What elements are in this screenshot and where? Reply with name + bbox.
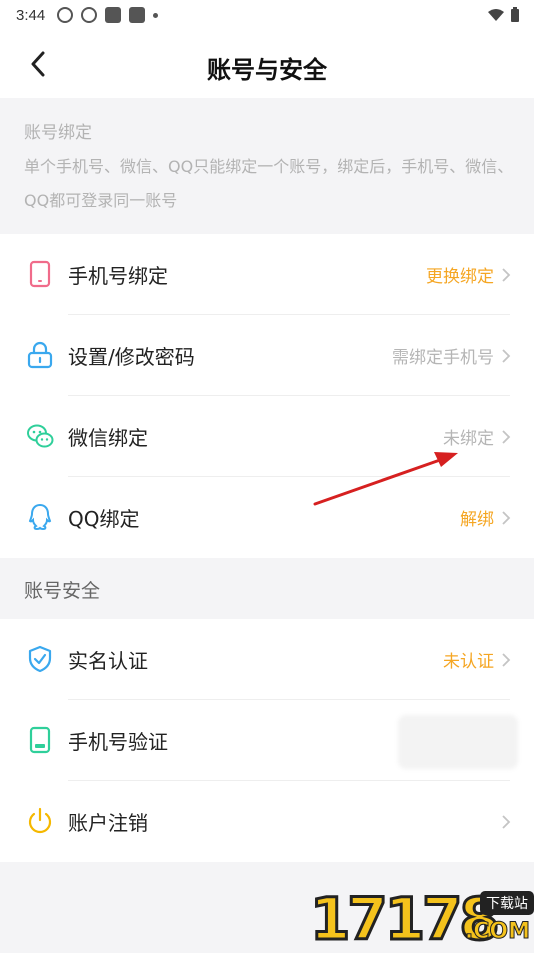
security-section-title: 账号安全 — [24, 580, 101, 602]
phone-icon — [29, 260, 51, 288]
battery-icon — [511, 7, 519, 22]
status-time: 3:44 — [16, 6, 46, 24]
real-name-label: 实名认证 — [68, 649, 148, 673]
chevron-right-icon — [502, 510, 511, 525]
phone-binding-label: 手机号绑定 — [68, 264, 168, 288]
lock-icon — [27, 341, 53, 369]
account-cancel-label: 账户注销 — [68, 811, 148, 835]
binding-list: 手机号绑定 更换绑定 设置/修改密码 需绑定手机号 微信绑定 未绑定 QQ绑定 — [0, 234, 534, 558]
chevron-right-icon — [502, 348, 511, 363]
password-value: 需绑定手机号 — [392, 348, 494, 368]
watermark-badge: 下载站 — [480, 891, 534, 915]
real-name-value: 未认证 — [443, 652, 494, 672]
row-password[interactable]: 设置/修改密码 需绑定手机号 — [0, 315, 534, 396]
status-system-icons — [488, 7, 520, 23]
row-account-cancel[interactable]: 账户注销 — [0, 781, 534, 862]
more-dot-icon — [153, 12, 159, 18]
notification-icon — [57, 7, 74, 23]
page-title: 账号与安全 — [207, 56, 327, 84]
status-bar: 3:44 — [0, 0, 534, 30]
wechat-binding-label: 微信绑定 — [68, 426, 148, 450]
shield-check-icon — [28, 645, 52, 673]
row-qq-binding[interactable]: QQ绑定 解绑 — [0, 477, 534, 558]
wechat-icon — [27, 424, 54, 448]
notification-icon — [105, 7, 122, 23]
qq-icon — [28, 503, 52, 531]
binding-section-title: 账号绑定 — [24, 123, 92, 143]
qq-binding-label: QQ绑定 — [68, 507, 140, 531]
watermark-logo: 17178 下载站 .COM — [309, 884, 534, 953]
phone-verify-icon — [29, 726, 51, 754]
app-header: 账号与安全 — [0, 30, 534, 98]
security-list: 实名认证 未认证 手机号验证 账户注销 — [0, 619, 534, 862]
phone-verify-label: 手机号验证 — [68, 730, 168, 754]
status-notification-icons — [57, 7, 159, 23]
blurred-region — [398, 715, 518, 769]
password-label: 设置/修改密码 — [68, 345, 195, 369]
wechat-binding-value: 未绑定 — [443, 429, 494, 449]
row-phone-binding[interactable]: 手机号绑定 更换绑定 — [0, 234, 534, 315]
power-icon — [28, 807, 52, 834]
wifi-icon — [488, 9, 504, 21]
qq-binding-value: 解绑 — [460, 510, 494, 530]
row-real-name[interactable]: 实名认证 未认证 — [0, 619, 534, 700]
binding-info-section: 账号绑定 单个手机号、微信、QQ只能绑定一个账号，绑定后，手机号、微信、QQ都可… — [0, 98, 534, 234]
phone-binding-value: 更换绑定 — [426, 267, 494, 287]
chevron-right-icon — [502, 652, 511, 667]
binding-section-description: 单个手机号、微信、QQ只能绑定一个账号，绑定后，手机号、微信、QQ都可登录同一账… — [24, 157, 514, 210]
chevron-right-icon — [502, 429, 511, 444]
notification-icon — [81, 7, 98, 23]
row-wechat-binding[interactable]: 微信绑定 未绑定 — [0, 396, 534, 477]
chevron-right-icon — [502, 814, 511, 829]
watermark-domain: .COM — [464, 919, 530, 945]
notification-icon — [129, 7, 146, 23]
chevron-right-icon — [502, 267, 511, 282]
